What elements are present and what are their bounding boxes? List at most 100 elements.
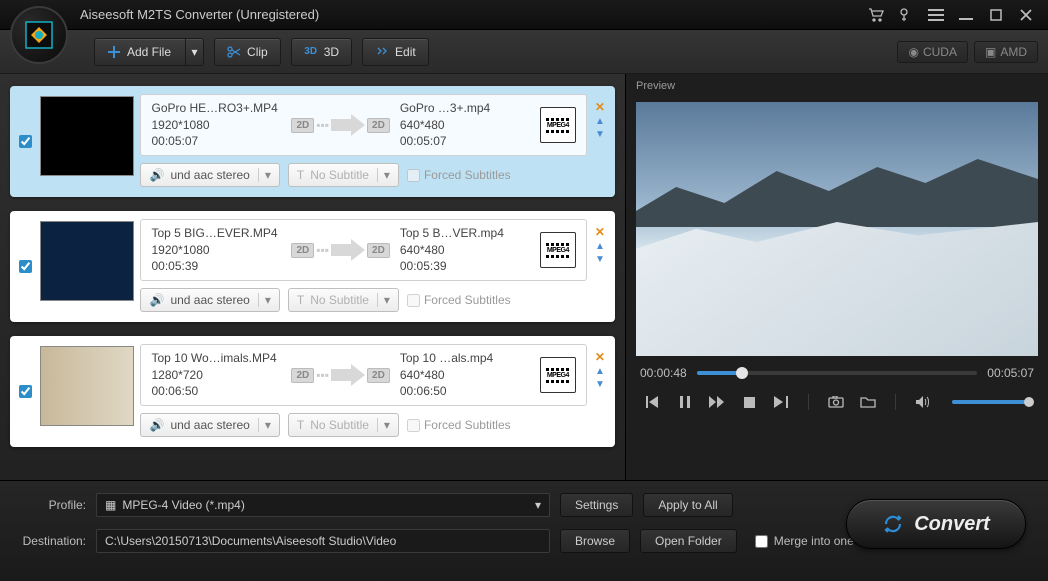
move-up-button[interactable]: ▲: [595, 241, 605, 252]
file-card[interactable]: GoPro HE…RO3+.MP4 1920*1080 00:05:07 2D …: [10, 86, 615, 197]
preview-label: Preview: [626, 74, 1048, 98]
volume-icon[interactable]: [914, 394, 932, 410]
output-duration: 00:05:07: [400, 133, 530, 150]
footer: Profile: ▦MPEG-4 Video (*.mp4) ▾ Setting…: [0, 480, 1048, 581]
audio-dropdown[interactable]: 🔊 und aac stereo ▾: [140, 288, 279, 312]
subtitle-dropdown[interactable]: T No Subtitle ▾: [288, 413, 399, 437]
remove-file-button[interactable]: ✕: [595, 350, 605, 364]
file-checkbox[interactable]: [19, 260, 32, 273]
forced-subtitles-checkbox[interactable]: Forced Subtitles: [407, 293, 511, 307]
edit-label: Edit: [395, 45, 416, 59]
file-thumbnail[interactable]: [40, 346, 135, 426]
plus-icon: [107, 45, 121, 59]
scissors-icon: [227, 45, 241, 59]
toolbar: Add File ▾ Clip 3D 3D Edit ◉ CUDA ▣ AMD: [0, 30, 1048, 74]
speaker-icon: 🔊: [149, 293, 164, 307]
preview-panel: Preview 00:00:48 00:05:07: [625, 74, 1048, 480]
settings-button[interactable]: Settings: [560, 493, 633, 517]
file-checkbox[interactable]: [19, 135, 32, 148]
cuda-button[interactable]: ◉ CUDA: [897, 41, 968, 63]
volume-slider[interactable]: [952, 400, 1030, 404]
key-icon[interactable]: [894, 6, 918, 24]
conversion-arrow: 2D ▪▪▪ 2D: [291, 239, 389, 261]
refresh-icon: [882, 513, 904, 535]
file-thumbnail[interactable]: [40, 96, 135, 176]
move-down-button[interactable]: ▼: [595, 129, 605, 140]
remove-file-button[interactable]: ✕: [595, 100, 605, 114]
input-resolution: 1280*720: [151, 367, 281, 384]
cart-icon[interactable]: [864, 6, 888, 24]
move-down-button[interactable]: ▼: [595, 379, 605, 390]
pause-button[interactable]: [676, 394, 694, 410]
stop-button[interactable]: [740, 394, 758, 410]
folder-button[interactable]: [859, 394, 877, 410]
subtitle-dropdown[interactable]: T No Subtitle ▾: [288, 288, 399, 312]
profile-dropdown[interactable]: ▦MPEG-4 Video (*.mp4) ▾: [96, 493, 550, 517]
output-duration: 00:06:50: [400, 383, 530, 400]
file-thumbnail[interactable]: [40, 221, 135, 301]
next-button[interactable]: [772, 394, 790, 410]
output-filename: Top 10 …als.mp4: [400, 350, 530, 367]
snapshot-button[interactable]: [827, 394, 845, 410]
fast-forward-button[interactable]: [708, 394, 726, 410]
chevron-down-icon: ▾: [258, 293, 271, 307]
input-duration: 00:05:07: [151, 133, 281, 150]
move-up-button[interactable]: ▲: [595, 366, 605, 377]
audio-dropdown[interactable]: 🔊 und aac stereo ▾: [140, 413, 279, 437]
input-duration: 00:05:39: [151, 258, 281, 275]
edit-button[interactable]: Edit: [362, 38, 429, 66]
clip-button[interactable]: Clip: [214, 38, 281, 66]
amd-button[interactable]: ▣ AMD: [974, 41, 1038, 63]
file-card[interactable]: Top 5 BIG…EVER.MP4 1920*1080 00:05:39 2D…: [10, 211, 615, 322]
audio-dropdown[interactable]: 🔊 und aac stereo ▾: [140, 163, 279, 187]
browse-button[interactable]: Browse: [560, 529, 630, 553]
open-folder-button[interactable]: Open Folder: [640, 529, 737, 553]
file-card[interactable]: Top 10 Wo…imals.MP4 1280*720 00:06:50 2D…: [10, 336, 615, 447]
subtitle-icon: T: [297, 168, 304, 182]
app-title: Aiseesoft M2TS Converter (Unregistered): [80, 7, 319, 22]
file-checkbox[interactable]: [19, 385, 32, 398]
chevron-down-icon: ▾: [258, 168, 271, 182]
input-filename: GoPro HE…RO3+.MP4: [151, 100, 281, 117]
move-down-button[interactable]: ▼: [595, 254, 605, 265]
chevron-down-icon: ▾: [377, 293, 390, 307]
forced-subtitles-checkbox[interactable]: Forced Subtitles: [407, 168, 511, 182]
seek-slider[interactable]: [697, 371, 978, 375]
3d-label: 3D: [324, 45, 339, 59]
format-icon[interactable]: MPEG4: [540, 232, 576, 268]
destination-input[interactable]: C:\Users\20150713\Documents\Aiseesoft St…: [96, 529, 550, 553]
chevron-down-icon: ▾: [377, 418, 390, 432]
format-icon[interactable]: MPEG4: [540, 357, 576, 393]
file-list: GoPro HE…RO3+.MP4 1920*1080 00:05:07 2D …: [0, 74, 625, 480]
apply-to-all-button[interactable]: Apply to All: [643, 493, 732, 517]
conversion-arrow: 2D ▪▪▪ 2D: [291, 114, 389, 136]
move-up-button[interactable]: ▲: [595, 116, 605, 127]
titlebar: Aiseesoft M2TS Converter (Unregistered): [0, 0, 1048, 30]
subtitle-icon: T: [297, 293, 304, 307]
conversion-arrow: 2D ▪▪▪ 2D: [291, 364, 389, 386]
prev-button[interactable]: [644, 394, 662, 410]
subtitle-dropdown[interactable]: T No Subtitle ▾: [288, 163, 399, 187]
maximize-button[interactable]: [984, 6, 1008, 24]
forced-subtitles-checkbox[interactable]: Forced Subtitles: [407, 418, 511, 432]
speaker-icon: 🔊: [149, 168, 164, 182]
convert-button[interactable]: Convert: [846, 499, 1026, 549]
minimize-button[interactable]: [954, 6, 978, 24]
preview-screen[interactable]: [636, 102, 1038, 356]
remove-file-button[interactable]: ✕: [595, 225, 605, 239]
convert-label: Convert: [914, 513, 990, 536]
chevron-down-icon[interactable]: ▾: [185, 39, 203, 65]
destination-label: Destination:: [16, 534, 86, 548]
add-file-button[interactable]: Add File ▾: [94, 38, 204, 66]
current-time: 00:00:48: [640, 366, 687, 380]
total-time: 00:05:07: [987, 366, 1034, 380]
close-button[interactable]: [1014, 6, 1038, 24]
amd-icon: ▣: [985, 45, 996, 59]
format-icon[interactable]: MPEG4: [540, 107, 576, 143]
profile-label: Profile:: [16, 498, 86, 512]
chevron-down-icon: ▾: [258, 418, 271, 432]
menu-icon[interactable]: [924, 6, 948, 24]
add-file-label: Add File: [127, 45, 171, 59]
output-filename: GoPro …3+.mp4: [400, 100, 530, 117]
3d-button[interactable]: 3D 3D: [291, 38, 352, 66]
